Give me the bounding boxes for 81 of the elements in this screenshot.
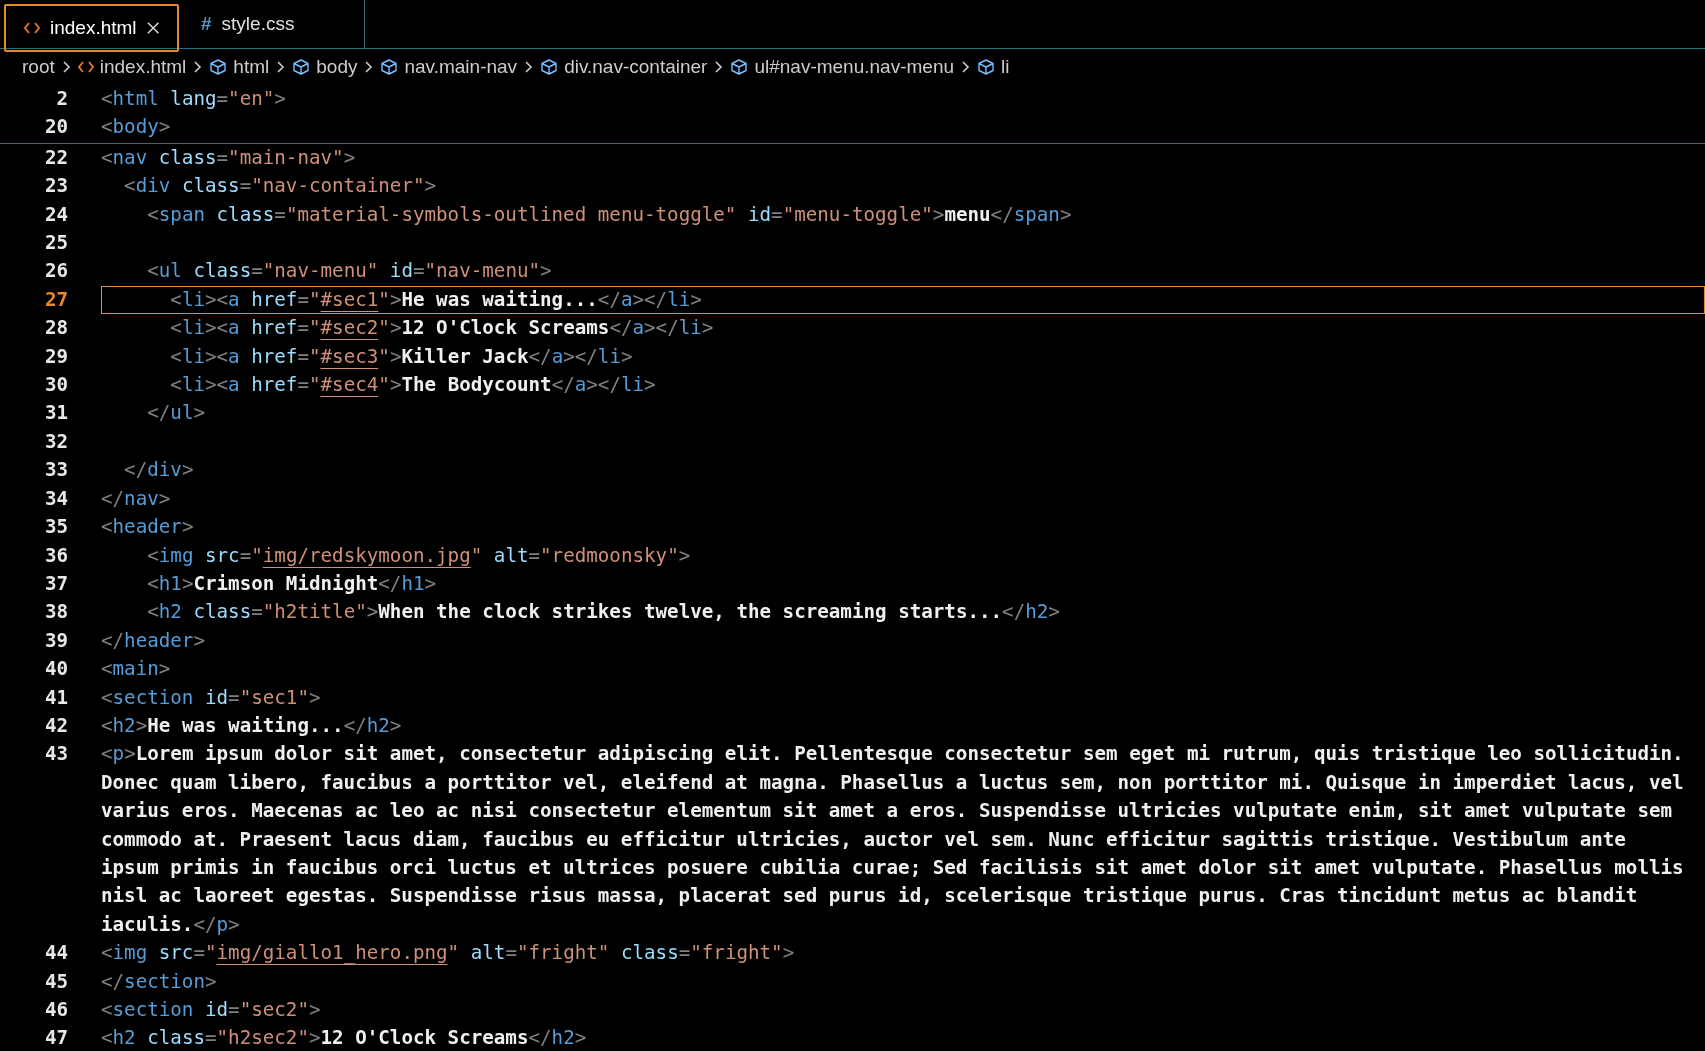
- line-number: 2: [55, 86, 68, 112]
- code-line: <img src="img/redskymoon.jpg" alt="redmoonsky">: [146, 542, 692, 569]
- code-line: <img src="img/giallo1_hero.png" alt="fright" class="fright">: [101, 940, 796, 967]
- code-line: </section>: [101, 968, 218, 995]
- cube-icon: [540, 59, 559, 75]
- code-line: <h2 class="h2sec2">12 O'Clock Screams</h2>: [101, 1025, 588, 1051]
- code-line: <body>: [101, 114, 172, 141]
- line-number: 28: [43, 315, 68, 342]
- line-number: 24: [43, 201, 68, 228]
- breadcrumb-item[interactable]: html: [209, 52, 270, 82]
- line-number: 45: [43, 968, 68, 995]
- line-number: 25: [43, 230, 68, 257]
- cube-icon: [977, 59, 996, 75]
- line-number: 26: [43, 258, 68, 285]
- code-line: <li><a href="#sec1">He was waiting...</a></li>: [169, 286, 703, 313]
- breadcrumb-item[interactable]: index.html: [77, 52, 187, 82]
- line-number: 40: [43, 656, 68, 683]
- line-number: 27: [43, 286, 68, 313]
- line-number: 33: [43, 457, 68, 484]
- line-number: 29: [43, 343, 68, 370]
- editor-tab[interactable]: index.html: [4, 4, 179, 52]
- code-line: <h1>Crimson Midnight</h1>: [146, 570, 438, 597]
- hash-icon: #: [201, 9, 212, 39]
- breadcrumb-item[interactable]: div.nav-container: [540, 52, 708, 82]
- line-number: 36: [43, 542, 68, 569]
- code-line: <span class="material-symbols-outlined menu-toggle" id="menu-toggle">menu</span>: [146, 201, 1073, 228]
- breadcrumb-item[interactable]: body: [292, 52, 358, 82]
- code-line: <h2>He was waiting...</h2>: [101, 712, 403, 739]
- breadcrumb-item[interactable]: li: [977, 52, 1010, 82]
- chevron-right-icon: [193, 60, 203, 74]
- code-line: <html lang="en">: [101, 86, 287, 112]
- code-line: <section id="sec2">: [101, 997, 322, 1023]
- line-number: 31: [43, 400, 68, 427]
- line-number: 39: [43, 627, 68, 654]
- line-number: 43: [43, 741, 68, 768]
- chevron-right-icon: [524, 60, 534, 74]
- line-number: 47: [43, 1025, 68, 1051]
- line-number: 38: [43, 599, 68, 626]
- line-number: 22: [43, 144, 68, 171]
- line-number: 23: [43, 173, 68, 200]
- line-number: 44: [43, 940, 68, 967]
- code-line: <li><a href="#sec3">Killer Jack</a></li>: [169, 343, 634, 370]
- line-number: 34: [43, 485, 68, 512]
- code-line: <p>Lorem ipsum dolor sit amet, consectetur adipiscing elit. Pellentesque consectetur sem eget mi rutrum, quis tristique leo sollicitudin. Donec quam libero, faucibus a porttitor vel, eleifend at magna. Phasellus a luctus sem, non porttitor mi. Quisque in imperdiet lacus, vel varius eros. Maecenas ac leo ac nisi consectetur elementum sit amet a eros. Suspendisse ultricies vulputate enim, sit amet vulputate sem commodo at. Praesent lacus diam, faucibus eu efficitur ultricies, auctor vel sem. Nunc efficitur sagittis tristique. Vestibulum ante ipsum primis in faucibus orci luctus et ultrices posuere cubilia curae; Sed facilisis sit amet dolor sit amet vulputate. Phasellus mollis nisl ac laoreet egestas. Suspendisse risus massa, placerat sed purus id, scelerisque tristique purus. Cras tincidunt metus ac blandit iaculis.</p>: [101, 741, 1685, 938]
- code-line: <header>: [101, 514, 195, 541]
- chevron-right-icon: [61, 60, 71, 74]
- line-number: 41: [43, 684, 68, 711]
- code-brackets-icon: [24, 22, 40, 34]
- code-line: <h2 class="h2title">When the clock strikes twelve, the screaming starts...</h2>: [146, 599, 1061, 626]
- line-number: 37: [43, 570, 68, 597]
- chevron-right-icon: [961, 60, 971, 74]
- editor-tab[interactable]: # style.css: [183, 0, 365, 48]
- code-brackets-icon: [77, 61, 94, 73]
- cube-icon: [292, 59, 311, 75]
- chevron-right-icon: [276, 60, 286, 74]
- cube-icon: [730, 59, 749, 75]
- code-line: </nav>: [101, 485, 172, 512]
- line-number: 35: [43, 514, 68, 541]
- line-number: 46: [43, 997, 68, 1023]
- code-line: <nav class="main-nav">: [101, 144, 357, 171]
- code-line: <div class="nav-container">: [123, 173, 438, 200]
- chevron-right-icon: [364, 60, 374, 74]
- line-number: 20: [43, 114, 68, 141]
- code-line: <section id="sec1">: [101, 684, 322, 711]
- line-number: 30: [43, 372, 68, 399]
- breadcrumb-item[interactable]: ul#nav-menu.nav-menu: [730, 52, 955, 82]
- line-number: 32: [43, 428, 68, 455]
- close-icon[interactable]: [146, 21, 159, 35]
- line-number: 42: [43, 712, 68, 739]
- cube-icon: [209, 59, 228, 75]
- code-line: <ul class="nav-menu" id="nav-menu">: [146, 258, 553, 285]
- breadcrumb-item[interactable]: nav.main-nav: [380, 52, 518, 82]
- code-line: <li><a href="#sec4">The Bodycount</a></li>: [169, 372, 657, 399]
- chevron-right-icon: [714, 60, 724, 74]
- code-line: </ul>: [146, 400, 206, 427]
- code-line: <li><a href="#sec2">12 O'Clock Screams</a></li>: [169, 315, 715, 342]
- code-line: </header>: [101, 627, 206, 654]
- breadcrumb-item[interactable]: root: [22, 52, 55, 82]
- cube-icon: [380, 59, 399, 75]
- code-line: </div>: [123, 457, 195, 484]
- code-line: <main>: [101, 656, 172, 683]
